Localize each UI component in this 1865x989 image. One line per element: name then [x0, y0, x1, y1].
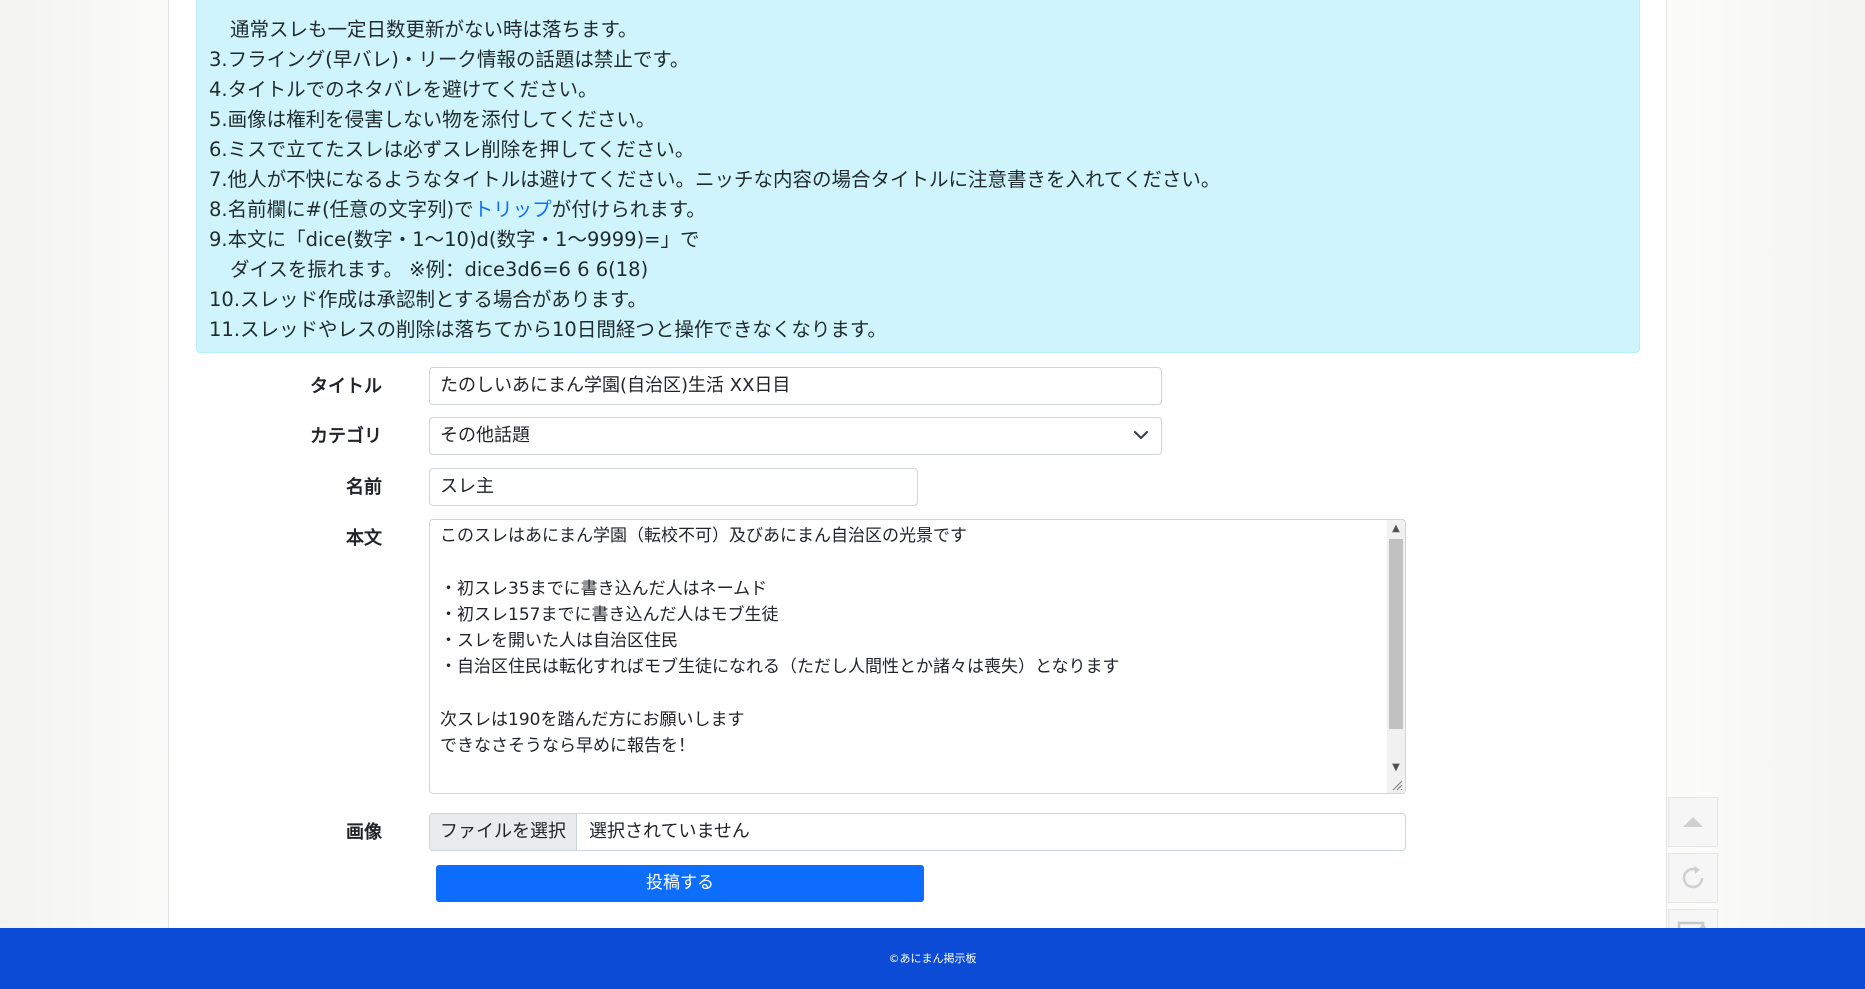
file-status-text: 選択されていません [589, 821, 750, 842]
name-input[interactable]: スレ主 [429, 468, 918, 506]
rule-line: 10.スレッド作成は承認制とする場合があります。 [209, 288, 647, 311]
rule-line-trip: 8.名前欄に#(任意の文字列)でトリップが付けられます。 [209, 195, 1627, 225]
body-line: ・自治区住民は転化すればモブ生徒になれる（ただし人間性とか諸々は喪失）となります [440, 657, 1120, 678]
image-file-input[interactable]: ファイルを選択 選択されていません [429, 813, 1406, 851]
reload-icon [1682, 866, 1704, 889]
copyright-text: ©あにまん掲示板 [888, 952, 977, 965]
rule-line: 3.フライング(早バレ)・リーク情報の話題は禁止です。 [209, 48, 690, 71]
image-label: 画像 [346, 822, 382, 843]
rule-line: 5.画像は権利を侵害しない物を添付してください。 [209, 108, 656, 131]
textarea-scrollbar[interactable]: ▲ ▼ [1387, 520, 1405, 793]
reload-button[interactable] [1668, 853, 1718, 903]
rule-line-cut [209, 0, 1627, 15]
rule-line: 11.スレッドやレスの削除は落ちてから10日間経つと操作できなくなります。 [209, 318, 887, 341]
rules-notice: 通常スレも一定日数更新がない時は落ちます。 3.フライング(早バレ)・リーク情報… [196, 0, 1640, 353]
category-value: その他話題 [440, 425, 530, 446]
body-label: 本文 [346, 528, 382, 549]
body-line [440, 549, 1381, 575]
trip-link[interactable]: トリップ [474, 198, 552, 221]
rule-line: 4.タイトルでのネタバレを避けてください。 [209, 78, 598, 101]
choose-file-button[interactable]: ファイルを選択 [430, 814, 577, 850]
category-select[interactable]: その他話題 [429, 417, 1162, 455]
body-textarea[interactable]: このスレはあにまん学園（転校不可）及びあにまん自治区の光景です ・初スレ35まで… [429, 519, 1406, 794]
title-input[interactable]: たのしいあにまん学園(自治区)生活 XX日目 [429, 367, 1162, 405]
scroll-top-icon [1683, 817, 1703, 827]
rule-line: 9.本文に「dice(数字・1～10)d(数字・1～9999)=」で [209, 228, 700, 251]
name-label: 名前 [346, 477, 382, 498]
scroll-up-arrow-icon[interactable]: ▲ [1387, 520, 1405, 537]
body-line [440, 681, 1381, 707]
rule-line: ダイスを振れます。 ※例：dice3d6=6 6 6(18) [230, 258, 649, 281]
resize-grip-icon[interactable] [1389, 777, 1403, 791]
body-text: このスレはあにまん学園（転校不可）及びあにまん自治区の光景です ・初スレ35まで… [440, 523, 1381, 760]
body-line: できなさそうなら早めに報告を！ [440, 736, 695, 757]
chevron-down-icon [1134, 431, 1148, 439]
scroll-thumb[interactable] [1389, 539, 1403, 729]
title-label: タイトル [310, 376, 382, 397]
body-line: このスレはあにまん学園（転校不可）及びあにまん自治区の光景です [440, 526, 967, 546]
trip-suffix: が付けられます。 [551, 198, 706, 221]
main-content: 通常スレも一定日数更新がない時は落ちます。 3.フライング(早バレ)・リーク情報… [168, 0, 1667, 928]
body-line: 次スレは190を踏んだ方にお願いします [440, 710, 745, 731]
category-label: カテゴリ [310, 426, 382, 447]
body-line: ・初スレ157までに書き込んだ人はモブ生徒 [440, 604, 779, 625]
scroll-down-arrow-icon[interactable]: ▼ [1387, 759, 1405, 776]
rule-line: 通常スレも一定日数更新がない時は落ちます。 [230, 18, 638, 41]
rule-line: 7.他人が不快になるようなタイトルは避けてください。ニッチな内容の場合タイトルに… [209, 168, 1221, 191]
body-line: ・初スレ35までに書き込んだ人はネームド [440, 578, 768, 599]
rule-line: 6.ミスで立てたスレは必ずスレ削除を押してください。 [209, 138, 695, 161]
footer: ©あにまん掲示板 [0, 928, 1865, 989]
trip-prefix: 8.名前欄に#(任意の文字列)で [209, 198, 474, 221]
body-line: ・スレを開いた人は自治区住民 [440, 631, 678, 652]
submit-button[interactable]: 投稿する [436, 865, 924, 902]
scroll-top-button[interactable] [1668, 797, 1718, 847]
